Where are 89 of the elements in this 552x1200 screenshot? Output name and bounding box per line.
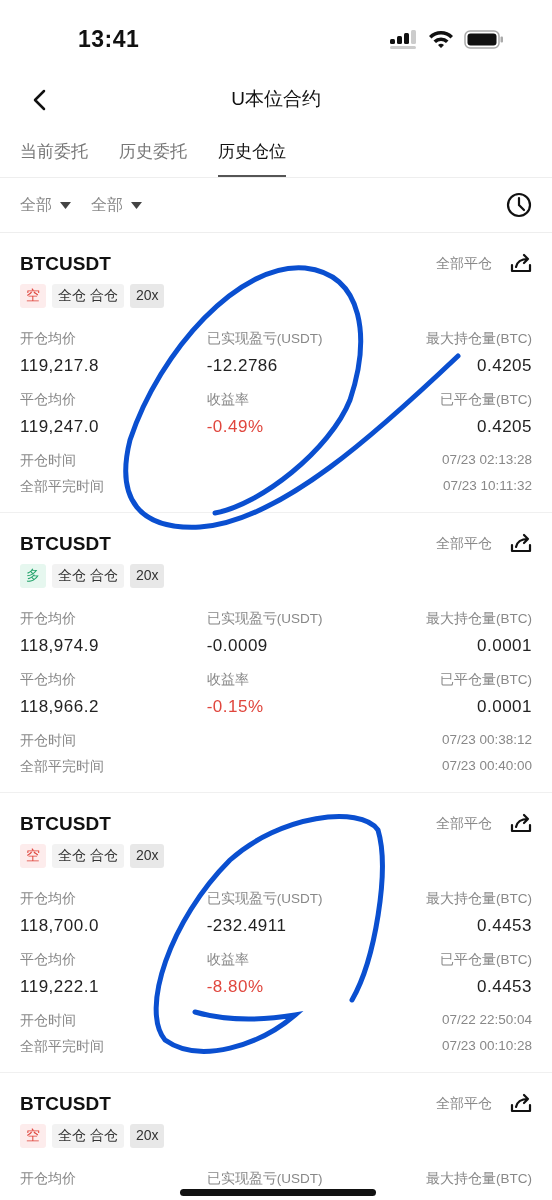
field-label: 开仓均价 xyxy=(20,890,76,908)
field-value: 119,222.1 xyxy=(20,977,99,997)
time-value: 07/23 00:38:12 xyxy=(441,732,532,749)
time-label: 全部平完时间 xyxy=(20,758,104,776)
clock-icon[interactable] xyxy=(506,192,532,218)
field-value: 0.4453 xyxy=(477,916,532,936)
field-label: 最大持仓量(BTC) xyxy=(426,1170,532,1188)
time-value: 07/23 10:11:32 xyxy=(442,478,532,495)
field-value: 118,974.9 xyxy=(20,636,99,656)
wifi-icon xyxy=(428,29,454,49)
close-all-link[interactable]: 全部平仓 xyxy=(436,1095,492,1113)
time-value: 07/23 00:10:28 xyxy=(441,1038,532,1055)
margin-mode-tag: 全仓 合仓 xyxy=(52,284,124,308)
field-label: 已实现盈亏(USDT) xyxy=(206,610,323,628)
share-icon[interactable] xyxy=(510,253,532,275)
time-label: 全部平完时间 xyxy=(20,478,104,496)
symbol-name: BTCUSDT xyxy=(20,813,111,835)
field-value: -12.2786 xyxy=(206,356,278,376)
field-value: 0.4453 xyxy=(477,977,532,997)
status-time: 13:41 xyxy=(78,25,140,53)
battery-icon xyxy=(464,29,504,49)
field-label: 平仓均价 xyxy=(20,671,76,689)
leverage-tag: 20x xyxy=(129,284,165,308)
field-label: 收益率 xyxy=(206,951,249,969)
field-value: 0.0001 xyxy=(477,697,532,717)
time-value: 07/22 22:50:04 xyxy=(441,1012,532,1029)
field-label: 最大持仓量(BTC) xyxy=(426,610,532,628)
field-label: 已实现盈亏(USDT) xyxy=(206,1170,323,1188)
leverage-tag: 20x xyxy=(129,564,165,588)
tab[interactable]: 历史委托 xyxy=(119,134,187,177)
close-all-link[interactable]: 全部平仓 xyxy=(436,255,492,273)
direction-tag: 空 xyxy=(20,284,46,308)
caret-icon xyxy=(60,201,71,209)
margin-mode-tag: 全仓 合仓 xyxy=(52,564,124,588)
field-label: 最大持仓量(BTC) xyxy=(426,890,532,908)
time-value: 07/23 00:40:00 xyxy=(441,758,532,775)
field-label: 平仓均价 xyxy=(20,951,76,969)
direction-tag: 空 xyxy=(20,1124,46,1148)
time-label: 开仓时间 xyxy=(20,732,76,750)
field-label: 已平仓量(BTC) xyxy=(440,951,532,969)
field-value: -8.80% xyxy=(206,977,264,997)
share-icon[interactable] xyxy=(510,1093,532,1115)
field-label: 收益率 xyxy=(206,391,249,409)
field-value: 0.0001 xyxy=(477,636,532,656)
field-label: 已平仓量(BTC) xyxy=(440,671,532,689)
leverage-tag: 20x xyxy=(129,844,165,868)
field-value: 0.4205 xyxy=(477,356,532,376)
share-icon[interactable] xyxy=(510,813,532,835)
field-value: -232.4911 xyxy=(206,916,287,936)
signal-icon xyxy=(390,29,418,49)
field-label: 开仓均价 xyxy=(20,330,76,348)
field-value: -0.15% xyxy=(206,697,264,717)
field-label: 平仓均价 xyxy=(20,391,76,409)
field-label: 已平仓量(BTC) xyxy=(440,391,532,409)
tab[interactable]: 历史仓位 xyxy=(218,134,286,177)
field-label: 开仓均价 xyxy=(20,610,76,628)
field-value: -0.49% xyxy=(206,417,264,437)
chevron-left-icon xyxy=(33,89,47,111)
field-value: -0.0009 xyxy=(206,636,268,656)
filter-dropdown[interactable]: 全部 xyxy=(20,194,71,216)
field-label: 最大持仓量(BTC) xyxy=(426,330,532,348)
leverage-tag: 20x xyxy=(129,1124,165,1148)
close-all-link[interactable]: 全部平仓 xyxy=(436,815,492,833)
field-label: 收益率 xyxy=(206,671,249,689)
symbol-name: BTCUSDT xyxy=(20,1093,111,1115)
direction-tag: 多 xyxy=(20,564,46,588)
filter-dropdown[interactable]: 全部 xyxy=(91,194,142,216)
page-title: U本位合约 xyxy=(231,87,321,111)
margin-mode-tag: 全仓 合仓 xyxy=(52,1124,124,1148)
time-label: 开仓时间 xyxy=(20,1012,76,1030)
time-label: 全部平完时间 xyxy=(20,1038,104,1056)
time-label: 开仓时间 xyxy=(20,452,76,470)
field-value: 119,217.8 xyxy=(20,356,99,376)
direction-tag: 空 xyxy=(20,844,46,868)
margin-mode-tag: 全仓 合仓 xyxy=(52,844,124,868)
time-value: 07/23 02:13:28 xyxy=(441,452,532,469)
field-label: 已实现盈亏(USDT) xyxy=(206,330,323,348)
field-label: 已实现盈亏(USDT) xyxy=(206,890,323,908)
field-value: 118,966.2 xyxy=(20,697,99,717)
close-all-link[interactable]: 全部平仓 xyxy=(436,535,492,553)
field-value: 119,247.0 xyxy=(20,417,99,437)
field-value: 118,700.0 xyxy=(20,916,99,936)
field-value: 0.4205 xyxy=(477,417,532,437)
share-icon[interactable] xyxy=(510,533,532,555)
caret-icon xyxy=(131,201,142,209)
symbol-name: BTCUSDT xyxy=(20,253,111,275)
symbol-name: BTCUSDT xyxy=(20,533,111,555)
tab[interactable]: 当前委托 xyxy=(20,134,88,177)
field-label: 开仓均价 xyxy=(20,1170,76,1188)
